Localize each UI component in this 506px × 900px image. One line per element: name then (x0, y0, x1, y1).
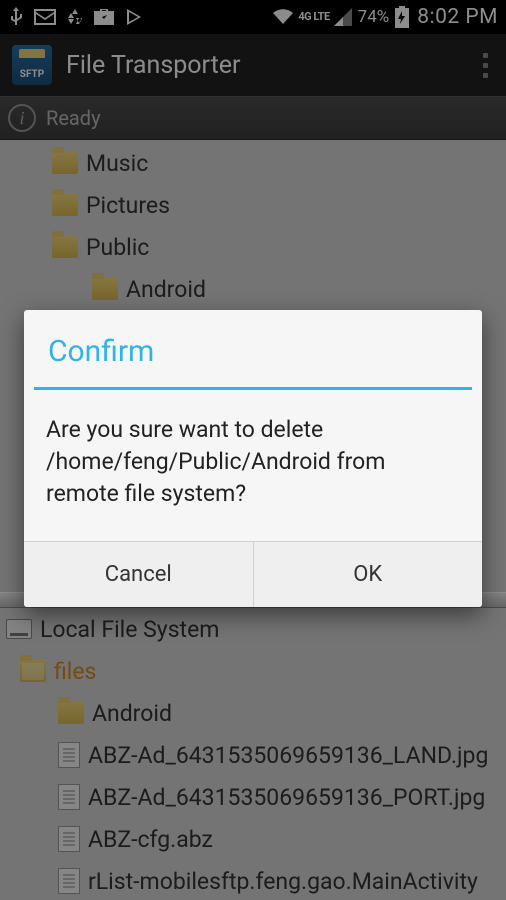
dialog-button-bar: Cancel OK (24, 541, 482, 607)
dialog-title: Confirm (24, 310, 482, 387)
ok-button[interactable]: OK (253, 542, 483, 607)
cancel-button[interactable]: Cancel (24, 542, 253, 607)
confirm-dialog: Confirm Are you sure want to delete /hom… (24, 310, 482, 607)
dialog-message: Are you sure want to delete /home/feng/P… (24, 390, 482, 541)
